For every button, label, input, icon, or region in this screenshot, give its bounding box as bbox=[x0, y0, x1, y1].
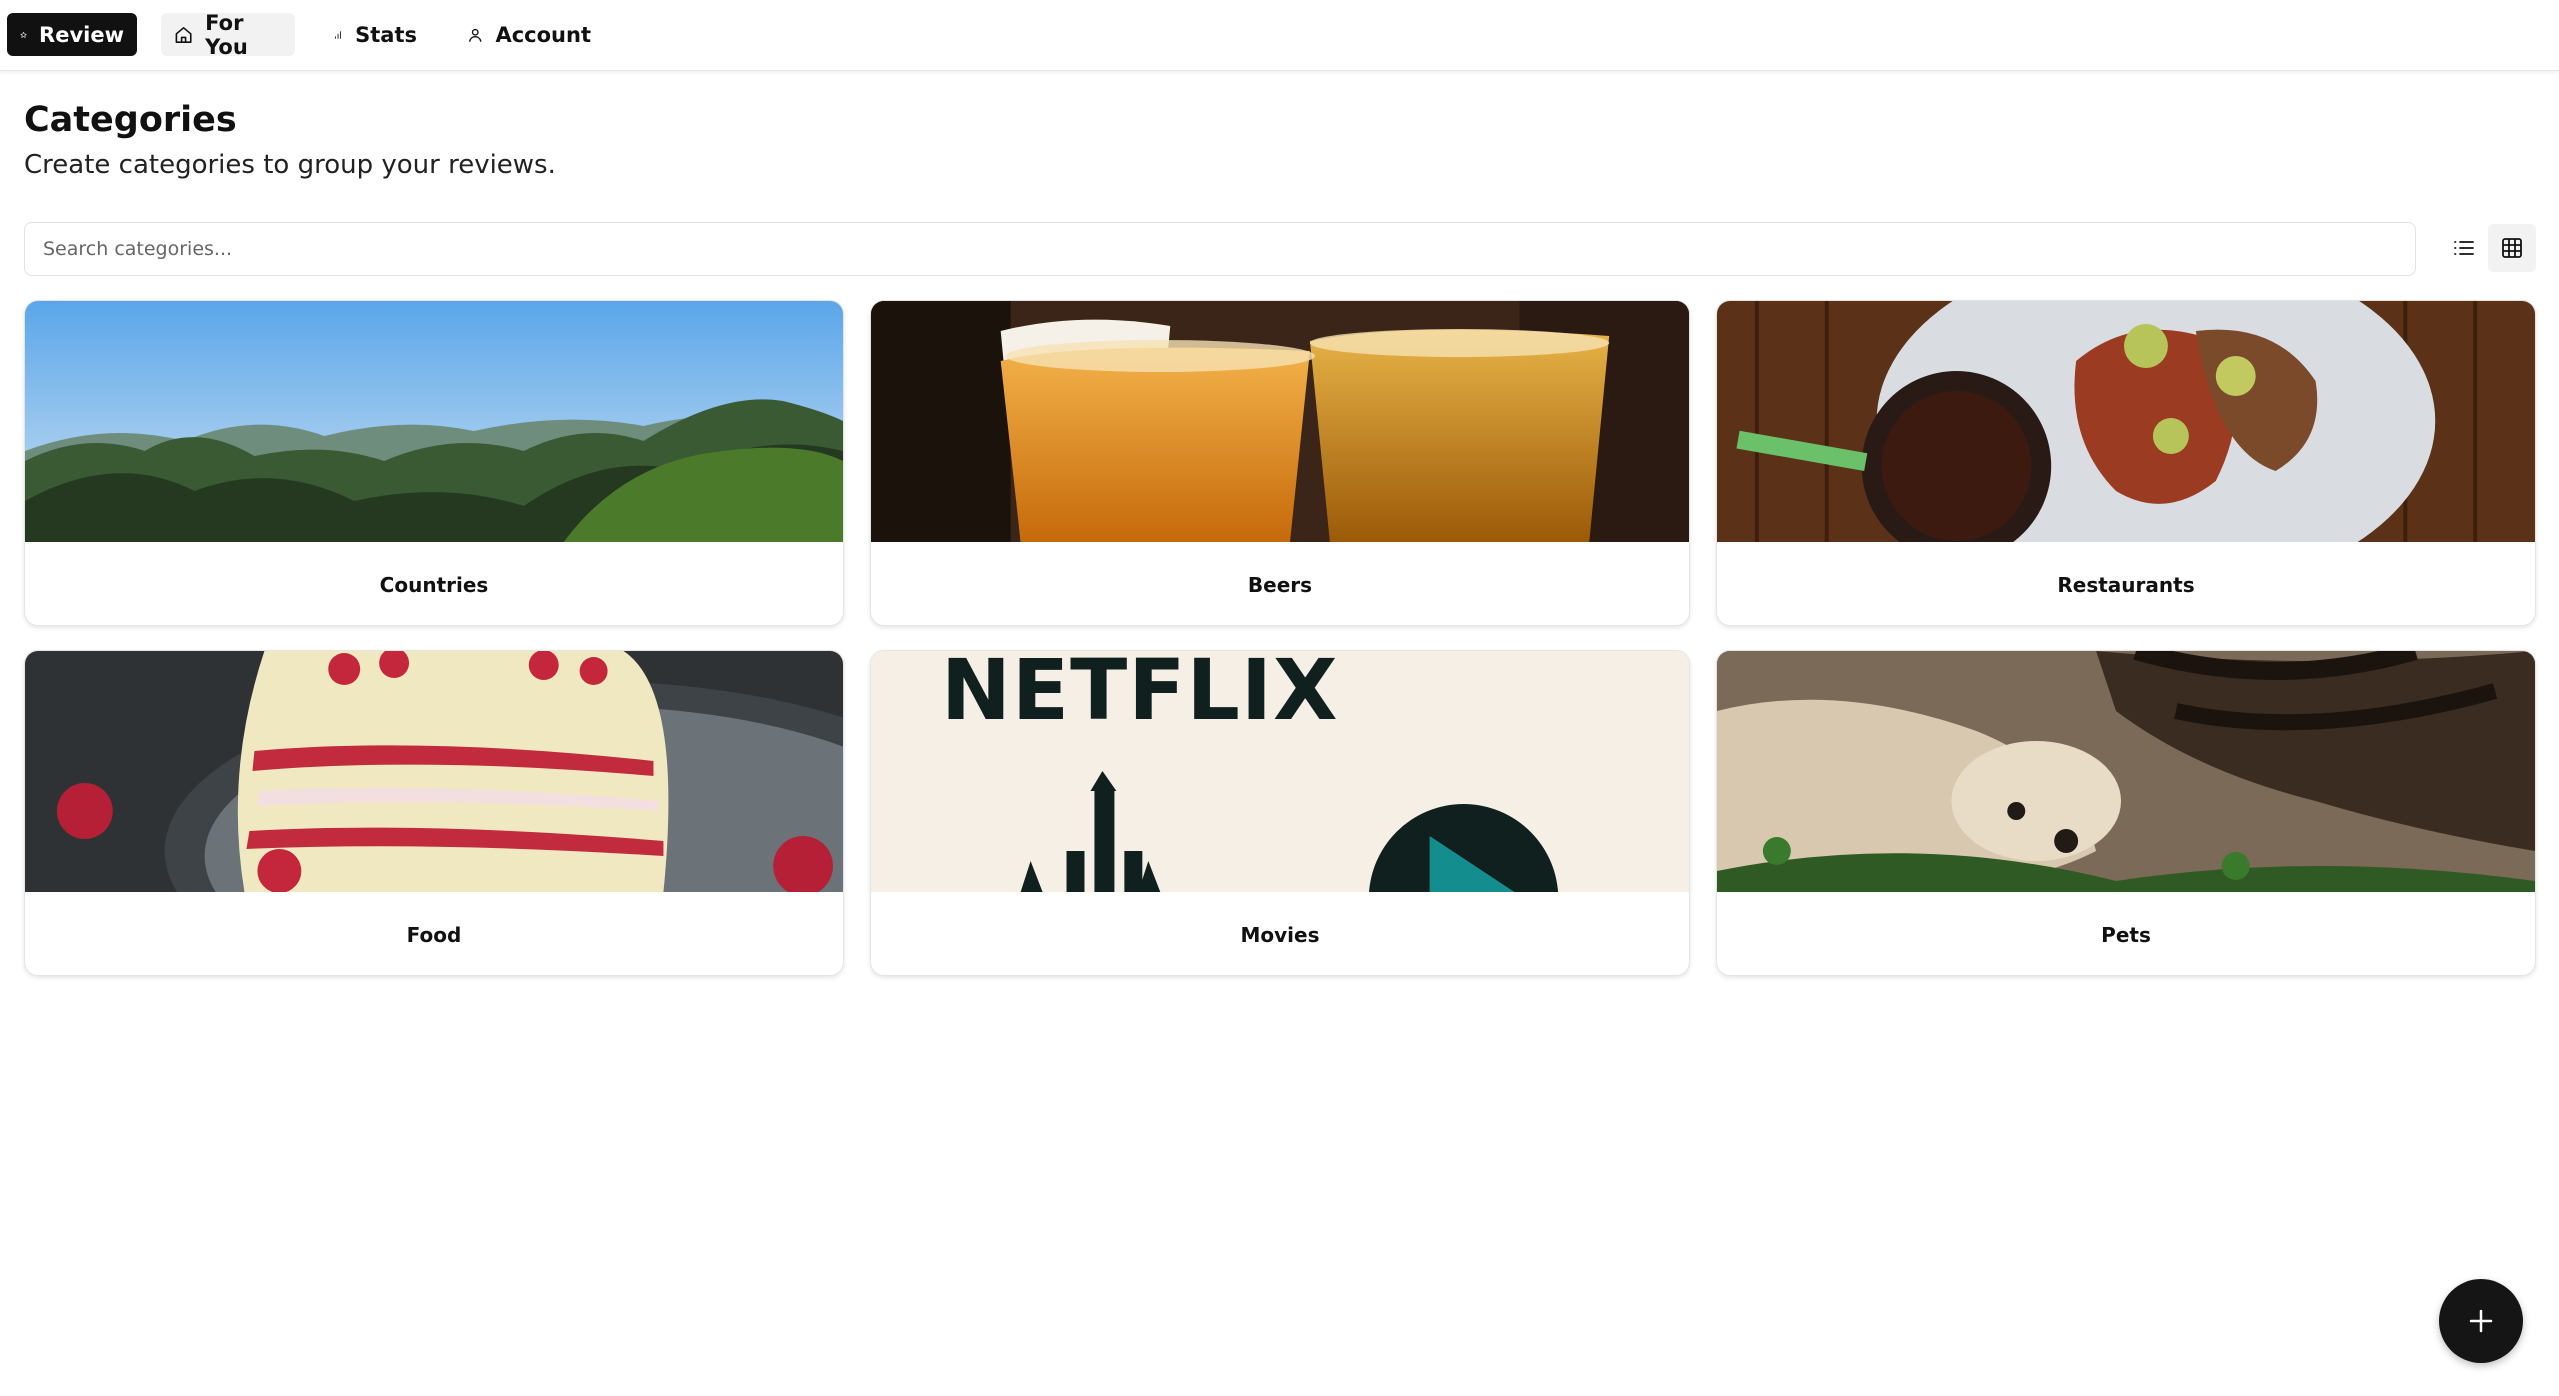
star-icon bbox=[20, 31, 27, 38]
nav-review-label: Review bbox=[39, 22, 124, 47]
home-icon bbox=[175, 26, 192, 43]
category-label: Pets bbox=[2101, 922, 2151, 947]
grid-view-button[interactable] bbox=[2488, 224, 2536, 272]
food-image bbox=[25, 651, 843, 892]
grid-icon bbox=[2502, 238, 2522, 258]
nav-account-label: Account bbox=[495, 22, 591, 47]
category-label: Countries bbox=[379, 572, 489, 597]
movies-image: NETFLIX bbox=[871, 651, 1689, 892]
category-card-movies[interactable]: NETFLIX Movies bbox=[870, 650, 1690, 976]
page-subtitle: Create categories to group your reviews. bbox=[24, 150, 556, 180]
pets-image bbox=[1717, 651, 2535, 892]
category-card-restaurants[interactable]: Restaurants bbox=[1716, 300, 2536, 626]
nav-for-you-label: For You bbox=[205, 10, 248, 59]
search-categories-input[interactable] bbox=[24, 222, 2416, 276]
netflix-logo-text: NETFLIX bbox=[941, 651, 1339, 739]
category-label: Beers bbox=[1247, 572, 1313, 597]
category-card-countries[interactable]: Countries bbox=[24, 300, 844, 626]
list-icon bbox=[2454, 241, 2474, 255]
plus-icon bbox=[2469, 1309, 2493, 1333]
category-label: Movies bbox=[1240, 922, 1320, 947]
countries-image bbox=[25, 301, 843, 542]
top-navigation: Review For You Stats Account bbox=[0, 0, 2559, 71]
add-category-button[interactable] bbox=[2439, 1279, 2523, 1363]
nav-stats-label: Stats bbox=[355, 22, 417, 47]
page-title: Categories bbox=[24, 100, 237, 140]
user-icon bbox=[469, 28, 482, 42]
restaurants-image bbox=[1717, 301, 2535, 542]
category-card-beers[interactable]: Beers bbox=[870, 300, 1690, 626]
nav-stats-button[interactable]: Stats bbox=[320, 13, 430, 56]
beers-image bbox=[871, 301, 1689, 542]
list-view-button[interactable] bbox=[2440, 224, 2488, 272]
category-label: Food bbox=[406, 922, 462, 947]
category-label: Restaurants bbox=[2057, 572, 2195, 597]
nav-for-you-button[interactable]: For You bbox=[161, 10, 295, 59]
category-card-pets[interactable]: Pets bbox=[1716, 650, 2536, 976]
nav-review-button[interactable]: Review bbox=[7, 13, 137, 56]
bar-chart-icon bbox=[335, 30, 342, 39]
category-card-food[interactable]: Food bbox=[24, 650, 844, 976]
nav-account-button[interactable]: Account bbox=[454, 13, 604, 56]
